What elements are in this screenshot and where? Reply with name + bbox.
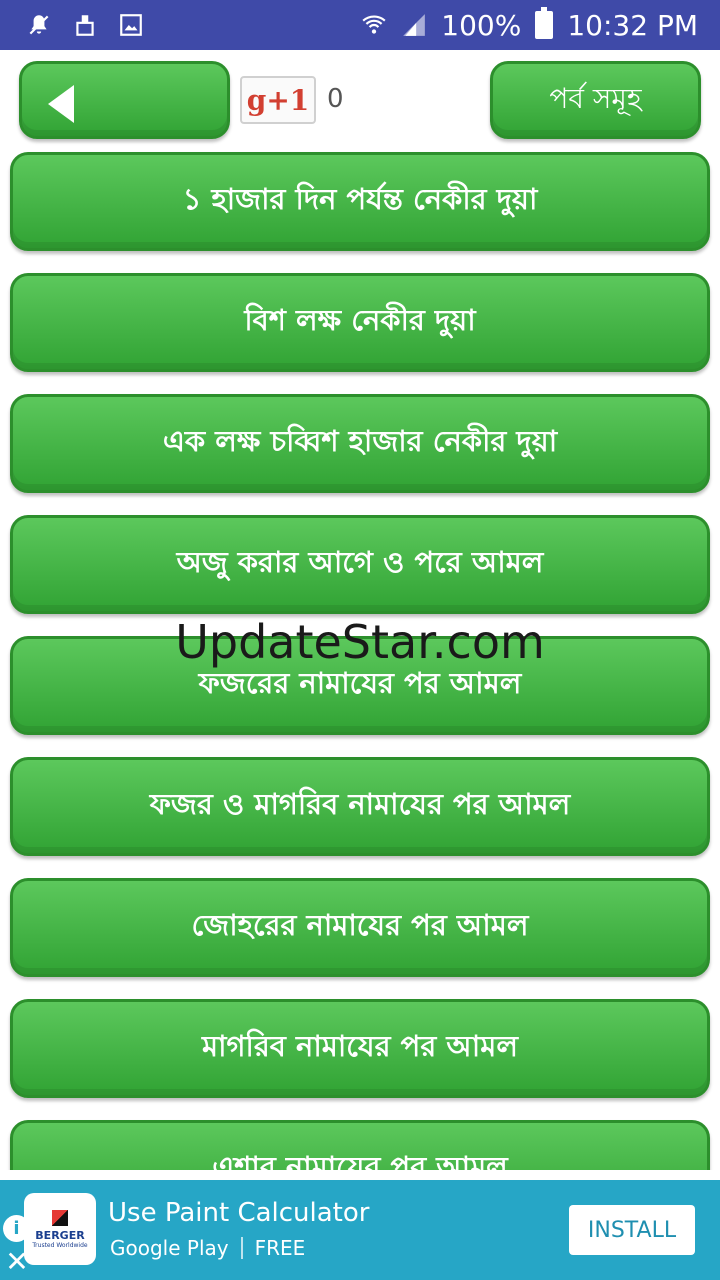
list-item[interactable]: ফজরের নামাযের পর আমল (10, 636, 710, 735)
ad-banner[interactable]: BERGER Trusted Worldwide Use Paint Calcu… (0, 1180, 720, 1280)
list-item-label: মাগরিব নামাযের পর আমল (202, 1029, 518, 1063)
brand-mark-icon (52, 1209, 68, 1226)
ad-info-icon[interactable]: i (3, 1215, 30, 1242)
dua-list: ১ হাজার দিন পর্যন্ত নেকীর দুয়া বিশ লক্ষ… (0, 150, 720, 1170)
episodes-button[interactable]: পর্ব সমূহ (490, 61, 701, 139)
list-item[interactable]: ১ হাজার দিন পর্যন্ত নেকীর দুয়া (10, 152, 710, 251)
top-toolbar: g+1 0 পর্ব সমূহ (0, 60, 720, 142)
gplus-count: 0 (327, 84, 344, 114)
ad-subtitle: Google Play FREE (110, 1236, 305, 1260)
ad-title: Use Paint Calculator (108, 1198, 370, 1228)
back-button[interactable] (19, 61, 230, 139)
gplus-label: g+1 (246, 83, 310, 117)
list-item[interactable]: অজু করার আগে ও পরে আমল (10, 515, 710, 614)
back-arrow-icon (48, 85, 74, 123)
list-item-label: ১ হাজার দিন পর্যন্ত নেকীর দুয়া (182, 182, 538, 216)
notifications-muted-icon (29, 15, 49, 35)
ad-store: Google Play (110, 1236, 229, 1260)
wifi-icon (362, 15, 386, 34)
list-item-label: এক লক্ষ চব্বিশ হাজার নেকীর দুয়া (162, 424, 558, 458)
list-item[interactable]: ফজর ও মাগরিব নামাযের পর আমল (10, 757, 710, 856)
list-item[interactable]: এক লক্ষ চব্বিশ হাজার নেকীর দুয়া (10, 394, 710, 493)
advertiser-logo: BERGER Trusted Worldwide (24, 1193, 96, 1265)
divider (240, 1237, 243, 1259)
list-item[interactable]: মাগরিব নামাযের পর আমল (10, 999, 710, 1098)
episodes-label: পর্ব সমূহ (549, 81, 642, 115)
install-button[interactable]: INSTALL (569, 1205, 695, 1255)
signal-icon (403, 14, 426, 36)
ad-close-icon[interactable]: ✕ (4, 1248, 30, 1276)
clock: 10:32 PM (567, 8, 698, 42)
brand-name: BERGER (35, 1228, 85, 1242)
list-item-label: জোহরের নামাযের পর আমল (191, 908, 529, 942)
battery-icon (535, 7, 554, 39)
list-item-label: বিশ লক্ষ নেকীর দুয়া (244, 303, 476, 337)
ad-price: FREE (254, 1236, 306, 1260)
list-item[interactable]: এশার নামাযের পর আমল (10, 1120, 710, 1170)
cleaner-icon (76, 15, 94, 36)
list-item[interactable]: জোহরের নামাযের পর আমল (10, 878, 710, 977)
brand-tagline: Trusted Worldwide (32, 1241, 88, 1249)
list-item[interactable]: বিশ লক্ষ নেকীর দুয়া (10, 273, 710, 372)
list-item-label: অজু করার আগে ও পরে আমল (176, 545, 544, 579)
battery-percent: 100% (441, 8, 522, 42)
list-item-label: এশার নামাযের পর আমল (212, 1150, 508, 1170)
image-icon (120, 14, 142, 36)
status-bar: 100% 10:32 PM (0, 0, 720, 50)
google-plus-one-button[interactable]: g+1 (240, 76, 316, 124)
list-item-label: ফজরের নামাযের পর আমল (198, 666, 522, 700)
list-item-label: ফজর ও মাগরিব নামাযের পর আমল (149, 787, 571, 821)
